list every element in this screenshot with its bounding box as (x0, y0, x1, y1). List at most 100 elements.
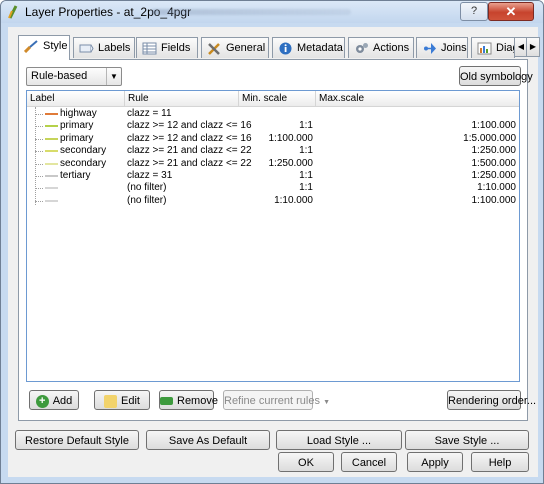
cancel-button[interactable]: Cancel (341, 452, 397, 472)
add-rule-button[interactable]: + Add (29, 390, 79, 410)
layer-properties-window: Layer Properties - at_2po_4pgr ? ✕ Style… (0, 0, 544, 484)
rule-row[interactable]: secondary clazz >= 21 and clazz <= 22 1:1 1… (27, 145, 519, 157)
tools-icon (208, 42, 220, 55)
rule-row[interactable]: tertiary clazz = 31 1:1 1:250.000 (27, 170, 519, 182)
rule-row[interactable]: highway clazz = 11 (27, 108, 519, 120)
tab-style[interactable]: Style (18, 35, 70, 60)
rule-min-scale (239, 108, 313, 120)
renderer-select[interactable]: Rule-based ▼ (26, 67, 122, 86)
line-symbol-swatch (45, 187, 58, 190)
refine-rules-button[interactable]: Refine current rules ▼ (223, 390, 330, 410)
tab-labels[interactable]: Labels (73, 37, 135, 58)
rule-label: primary (60, 120, 94, 132)
rule-expression: clazz = 11 (127, 108, 172, 119)
line-symbol-swatch (45, 137, 58, 140)
rule-label: highway (60, 108, 97, 119)
rule-max-scale: 1:10.000 (477, 182, 516, 194)
line-symbol-swatch (45, 175, 58, 177)
rule-min-scale: 1:1 (299, 182, 313, 194)
restore-default-style-button[interactable]: Restore Default Style (15, 430, 139, 450)
tree-branch-line (35, 188, 43, 190)
dialog-client-area: Style Labels Fields General Metadata Act… (8, 27, 540, 477)
style-tab-panel: Rule-based ▼ Old symbology Label Rule Mi… (18, 59, 536, 421)
chevron-down-icon: ▼ (323, 399, 330, 406)
tab-scroll-right-button[interactable]: ▶ (526, 37, 540, 57)
rules-tree[interactable]: Label Rule Min. scale Max.scale highway c… (26, 90, 520, 382)
save-style-button[interactable]: Save Style ... (405, 430, 529, 450)
load-style-button[interactable]: Load Style ... (276, 430, 402, 450)
rule-label: secondary (60, 145, 107, 157)
column-header-rule[interactable]: Rule (125, 91, 239, 106)
rule-label: tertiary (60, 170, 91, 181)
table-icon (142, 42, 157, 55)
rule-min-scale: 1:10.000 (274, 194, 313, 206)
tree-branch-line (35, 126, 43, 128)
chevron-left-icon: ◀ (517, 42, 525, 51)
tab-metadata[interactable]: Metadata (272, 37, 345, 58)
rule-row[interactable]: secondary clazz >= 21 and clazz <= 22 1:25… (27, 158, 519, 170)
renderer-select-value: Rule-based (31, 70, 88, 82)
tab-actions[interactable]: Actions (348, 37, 414, 58)
help-button[interactable]: Help (471, 452, 529, 472)
title-close-button[interactable]: ✕ (488, 2, 534, 21)
rule-min-scale: 1:1 (299, 145, 313, 157)
line-symbol-swatch (45, 150, 58, 153)
tab-fields[interactable]: Fields (136, 37, 198, 58)
apply-button[interactable]: Apply (407, 452, 463, 472)
minus-icon (160, 397, 173, 406)
column-header-max-scale[interactable]: Max.scale (316, 91, 519, 106)
rule-expression: clazz = 31 (127, 170, 173, 181)
line-symbol-swatch (45, 113, 58, 115)
title-help-button[interactable]: ? (460, 2, 488, 21)
rule-max-scale: 1:5.000.000 (463, 132, 516, 144)
rule-min-scale: 1:100.000 (268, 132, 314, 144)
tree-branch-line (35, 114, 43, 115)
rule-expression: clazz >= 21 and clazz <= 22 (127, 145, 252, 157)
refine-rules-label: Refine current rules (224, 395, 320, 407)
pencil-icon (104, 394, 118, 408)
tree-branch-line (35, 138, 43, 140)
tab-joins[interactable]: Joins (416, 37, 468, 58)
ok-button[interactable]: OK (278, 452, 334, 472)
tab-style-label: Style (43, 40, 68, 52)
rule-expression: clazz >= 21 and clazz <= 22 (127, 157, 252, 169)
rule-min-scale: 1:1 (299, 170, 313, 181)
column-header-label[interactable]: Label (27, 91, 125, 106)
column-header-min-scale[interactable]: Min. scale (239, 91, 316, 106)
line-symbol-swatch (45, 125, 58, 128)
qgis-app-icon (8, 5, 18, 19)
remove-rule-button[interactable]: Remove (159, 390, 218, 410)
rule-max-scale: 1:100.000 (471, 194, 517, 206)
blurred-menu-text (151, 9, 351, 15)
save-as-default-button[interactable]: Save As Default (146, 430, 270, 450)
rule-min-scale: 1:1 (299, 120, 313, 132)
rule-max-scale: 1:500.000 (471, 157, 517, 169)
tab-fields-label: Fields (161, 42, 191, 54)
title-bar[interactable]: Layer Properties - at_2po_4pgr ? ✕ (1, 1, 543, 23)
rules-tree-header: Label Rule Min. scale Max.scale (27, 91, 519, 107)
tab-general[interactable]: General (201, 37, 269, 58)
remove-rule-label: Remove (177, 395, 218, 407)
rule-label: secondary (60, 157, 107, 169)
rule-row[interactable]: (no filter) 1:10.000 1:100.000 (27, 195, 519, 207)
rule-expression: (no filter) (127, 182, 167, 194)
plus-icon: + (35, 394, 49, 408)
rule-expression: (no filter) (127, 194, 167, 206)
tab-actions-label: Actions (373, 42, 410, 54)
tree-branch-line (35, 163, 43, 165)
gear-icon (356, 42, 368, 53)
rule-label (60, 182, 122, 194)
rule-label (60, 195, 122, 207)
add-rule-label: Add (52, 395, 73, 407)
tab-diagrams-label: Diagra (496, 42, 514, 54)
rule-expression: clazz >= 12 and clazz <= 16 (127, 132, 252, 144)
rule-row[interactable]: primary clazz >= 12 and clazz <= 16 1:1 1:1… (27, 120, 519, 132)
rule-row[interactable]: (no filter) 1:1 1:10.000 (27, 182, 519, 194)
old-symbology-button[interactable]: Old symbology (459, 66, 533, 86)
edit-rule-button[interactable]: Edit (94, 390, 150, 410)
tree-branch-line (35, 200, 43, 202)
rendering-order-button[interactable]: Rendering order... (447, 390, 536, 410)
tab-labels-label: Labels (98, 42, 131, 54)
rule-row[interactable]: primary clazz >= 12 and clazz <= 16 1:100.… (27, 133, 519, 145)
tab-diagrams[interactable]: Diagra (471, 37, 515, 58)
